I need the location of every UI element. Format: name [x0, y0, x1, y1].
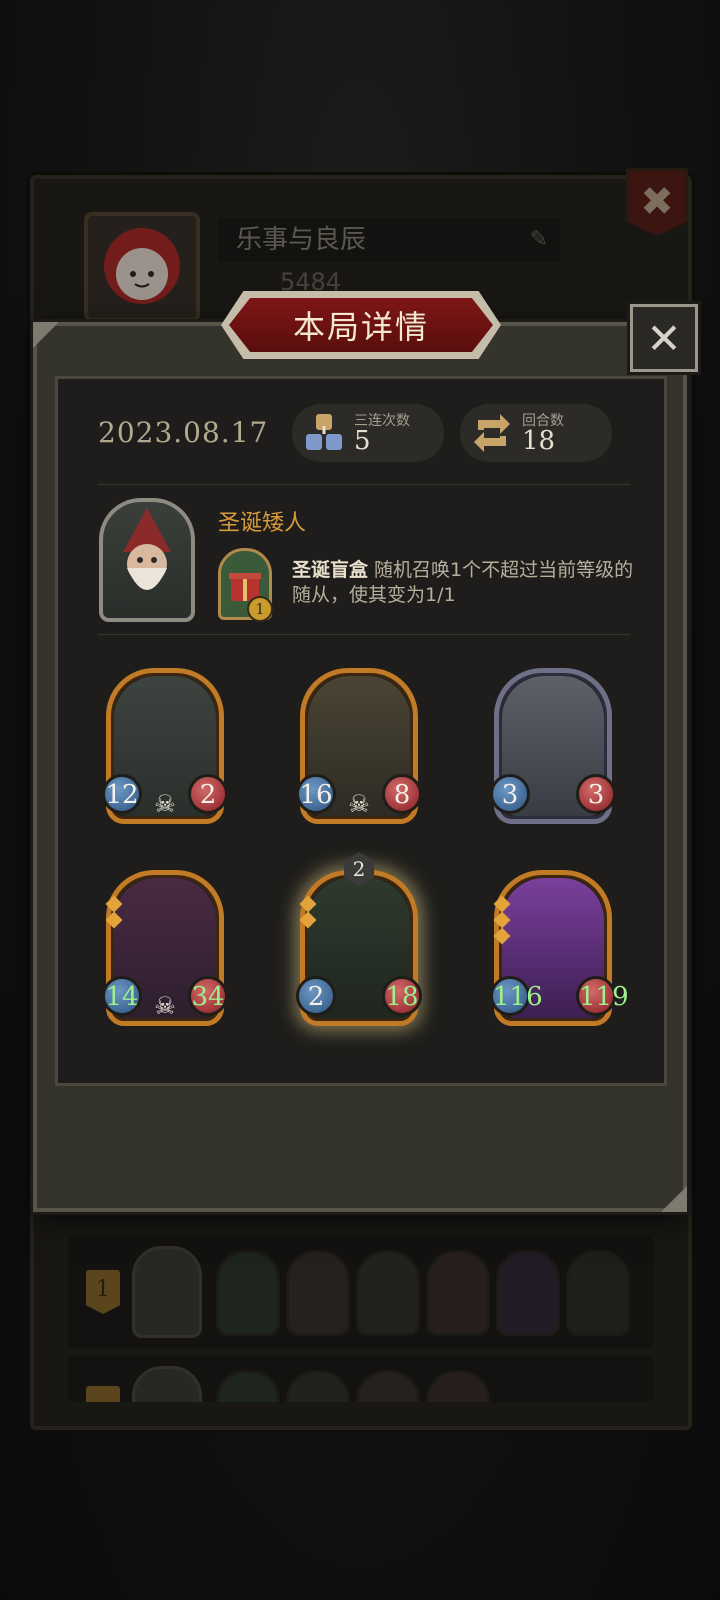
deathrattle-skull-icon: ☠ [348, 790, 370, 818]
stat-value: 5 [354, 426, 371, 456]
stat-value: 18 [522, 426, 556, 456]
minion-attack: 12 [102, 774, 142, 814]
hero-portrait[interactable] [99, 498, 195, 622]
close-button[interactable]: ✕ [630, 304, 698, 372]
close-icon: ✕ [646, 313, 682, 363]
gnome-hero-icon [123, 508, 171, 590]
deathrattle-skull-icon: ☠ [154, 992, 176, 1020]
turns-stat: 回合数 18 [460, 404, 612, 462]
hero-name: 圣诞矮人 [218, 511, 307, 536]
minion-card[interactable]: 14 34 ☠ [102, 870, 228, 1026]
minion-card[interactable]: 12 2 ☠ [102, 668, 228, 824]
minion-card[interactable]: 116 119 [490, 870, 629, 1026]
triple-cubes-icon [306, 414, 342, 450]
divider [98, 484, 630, 485]
minion-card[interactable]: 33 [490, 668, 616, 824]
minion-card[interactable]: 16 8 ☠ [296, 668, 422, 824]
hero-power-name: 圣诞盲盒 [292, 559, 369, 581]
frame-corner [661, 1186, 687, 1212]
minion-attack: 116 [490, 976, 543, 1016]
triples-stat: 三连次数 5 [292, 404, 444, 462]
minion-health: 2 [188, 774, 228, 814]
frame-corner [33, 322, 59, 348]
minion-health: 119 [576, 976, 629, 1016]
minion-attack: 14 [102, 976, 142, 1016]
minion-attack: 3 [490, 774, 530, 814]
minion-attack: 2 [296, 976, 336, 1016]
minion-health: 8 [382, 774, 422, 814]
deathrattle-skull-icon: ☠ [154, 790, 176, 818]
hero-power-cost: 1 [247, 596, 273, 622]
minion-attack: 16 [296, 774, 336, 814]
match-date: 2023.08.17 [98, 416, 269, 449]
minion-health: 18 [382, 976, 422, 1016]
modal-title: 本局详情 [229, 298, 493, 352]
minion-health: 3 [576, 774, 616, 814]
minion-card[interactable]: 2 2 18 [296, 852, 422, 1026]
divider [98, 634, 630, 635]
turn-cycle-icon [474, 414, 510, 452]
hero-power-description: 圣诞盲盒 随机召唤1个不超过当前等级的随从，使其变为1/1 [292, 558, 642, 608]
minion-health: 34 [188, 976, 228, 1016]
